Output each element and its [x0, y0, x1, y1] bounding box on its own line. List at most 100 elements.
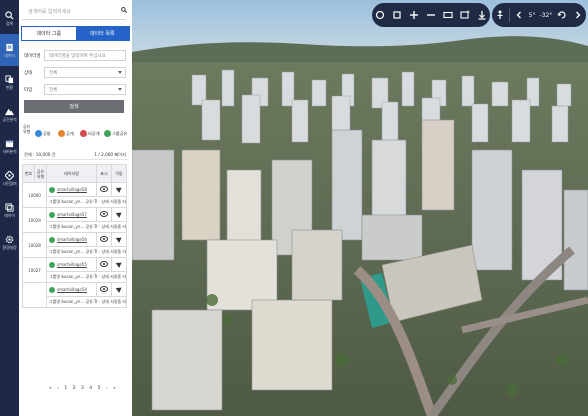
search-input[interactable]: 검색어를 입력하세요	[28, 8, 71, 15]
move-button[interactable]	[111, 182, 127, 197]
mountain-icon	[5, 108, 14, 115]
rail-layer[interactable]: 레이어	[0, 194, 19, 226]
person-view-button[interactable]	[492, 7, 508, 24]
row-number: 10029	[22, 207, 47, 233]
legend-text: 비공개	[88, 130, 100, 136]
move-button[interactable]	[111, 282, 127, 297]
filter-type-label: 타입	[24, 88, 33, 93]
col-no: 번호	[22, 164, 35, 183]
data-name-link[interactable]: smartvillage58	[46, 182, 97, 197]
zoom-out-button[interactable]	[423, 7, 440, 24]
map-tool-circle[interactable]	[372, 7, 389, 24]
detail-state: 사용중	[110, 249, 122, 254]
col-show: 표시	[96, 164, 112, 183]
data-panel: 검색어를 입력하세요 데이터 그룹 데이터 목록 데이터명 데이터명을 입력하여…	[19, 0, 150, 416]
row-name[interactable]: smartvillage54	[57, 287, 87, 292]
tilt-right-button[interactable]	[570, 7, 586, 24]
data-name-link[interactable]: smartvillage56	[46, 232, 97, 247]
map-toolbar	[372, 3, 490, 27]
row-detail: 그룹명 busan_yn... 공유:Tr · 상태 사용중 타입 obj	[46, 271, 127, 283]
search-icon[interactable]	[121, 7, 127, 13]
row-name[interactable]: smartvillage56	[57, 237, 87, 242]
tab-data-list[interactable]: 데이터 목록	[75, 27, 129, 40]
eye-icon[interactable]	[100, 211, 108, 217]
download-button[interactable]	[473, 7, 490, 24]
zoom-in-button[interactable]	[406, 7, 423, 24]
show-toggle[interactable]	[96, 182, 112, 197]
rail-citizen[interactable]: 시민참여	[0, 162, 19, 194]
tilt-left-button[interactable]	[511, 7, 527, 24]
result-count: 전체 : 10,000 건 1 / 2,000 페이지	[22, 151, 128, 160]
eye-icon[interactable]	[100, 186, 108, 192]
rotate-button[interactable]	[554, 7, 570, 24]
show-toggle[interactable]	[96, 282, 112, 297]
tilt-value: 5°	[527, 12, 538, 19]
table-row[interactable]: smartvillage54	[22, 282, 127, 308]
table-row[interactable]: 10029 smartvillage57	[22, 207, 127, 233]
data-name-link[interactable]: smartvillage54	[46, 282, 97, 297]
row-number	[22, 282, 47, 308]
rail-convert[interactable]: 변환	[0, 66, 19, 98]
data-table: 번호 공유 유형 데이터명 표시 이동 10000 smartvillage58…	[22, 164, 127, 308]
move-button[interactable]	[111, 232, 127, 247]
row-number: 10000	[22, 182, 47, 208]
data-name-field[interactable]: 데이터명을 입력하여 주십시요	[44, 50, 126, 61]
navigate-icon[interactable]	[115, 285, 123, 293]
row-detail: 그룹명 busan_yn... 공유:Tr · 상태 사용중 타입 obj	[46, 296, 127, 308]
map-3d-view[interactable]: 5° -32°	[132, 0, 588, 416]
navigate-icon[interactable]	[115, 235, 123, 243]
legend-item-public: 공개	[58, 130, 74, 137]
type-select[interactable]: 전체	[44, 84, 126, 95]
city-scene	[132, 0, 588, 416]
row-name[interactable]: smartvillage58	[57, 187, 87, 192]
rail-spatial[interactable]: 공간분석	[0, 98, 19, 130]
table-row[interactable]: 10028 smartvillage56	[22, 232, 127, 258]
private-dot-icon	[80, 130, 87, 137]
map-tool-frame[interactable]	[439, 7, 456, 24]
row-detail: 그룹명 busan_yn... 공유:Tr · 상태 사용중 타입 obj	[46, 246, 127, 258]
layer-icon	[5, 202, 14, 212]
legend-text: 공개	[66, 130, 74, 136]
chevron-right-icon	[576, 11, 581, 19]
row-name[interactable]: smartvillage55	[57, 262, 87, 267]
show-toggle[interactable]	[96, 232, 112, 247]
search-bar[interactable]: 검색어를 입력하세요	[22, 3, 127, 20]
capture-button[interactable]	[456, 7, 473, 24]
eye-icon[interactable]	[100, 261, 108, 267]
legend-item-group: 그룹공유	[104, 130, 127, 137]
detail-label: 상태	[101, 299, 109, 304]
table-row[interactable]: 10000 smartvillage58	[22, 182, 127, 208]
rail-server[interactable]: 서버분석	[0, 130, 19, 162]
navigate-icon[interactable]	[115, 260, 123, 268]
move-button[interactable]	[111, 207, 127, 222]
legend-item-private: 비공개	[80, 130, 100, 137]
rail-settings[interactable]: 환경설정	[0, 226, 19, 258]
filter-name-row: 데이터명 데이터명을 입력하여 주십시요	[22, 50, 127, 61]
row-name[interactable]: smartvillage57	[57, 212, 87, 217]
detail-label: 타입	[122, 249, 127, 254]
pagination[interactable]: « ‹ 1 2 3 4 5 › »	[49, 386, 119, 394]
eye-icon[interactable]	[100, 286, 108, 292]
rail-data[interactable]: 데이터	[0, 34, 19, 66]
show-toggle[interactable]	[96, 257, 112, 272]
show-toggle[interactable]	[96, 207, 112, 222]
eye-icon[interactable]	[100, 236, 108, 242]
data-name-link[interactable]: smartvillage57	[46, 207, 97, 222]
navigate-icon[interactable]	[115, 210, 123, 218]
state-select-value: 전체	[49, 71, 58, 76]
rail-search[interactable]: 검색	[0, 2, 19, 34]
filter-state-row: 상태 전체	[22, 67, 127, 78]
common-dot-icon	[35, 130, 42, 137]
chevron-down-icon	[118, 88, 122, 91]
tab-data-group[interactable]: 데이터 그룹	[22, 27, 76, 40]
rail-label: 레이어	[4, 212, 15, 218]
square-icon	[393, 11, 401, 19]
state-select[interactable]: 전체	[44, 67, 126, 78]
search-button[interactable]: 검색	[24, 100, 124, 113]
navigate-icon[interactable]	[115, 185, 123, 193]
data-name-link[interactable]: smartvillage55	[46, 257, 97, 272]
col-share: 공유 유형	[34, 164, 47, 183]
table-row[interactable]: 10027 smartvillage55	[22, 257, 127, 283]
move-button[interactable]	[111, 257, 127, 272]
map-tool-square[interactable]	[389, 7, 406, 24]
